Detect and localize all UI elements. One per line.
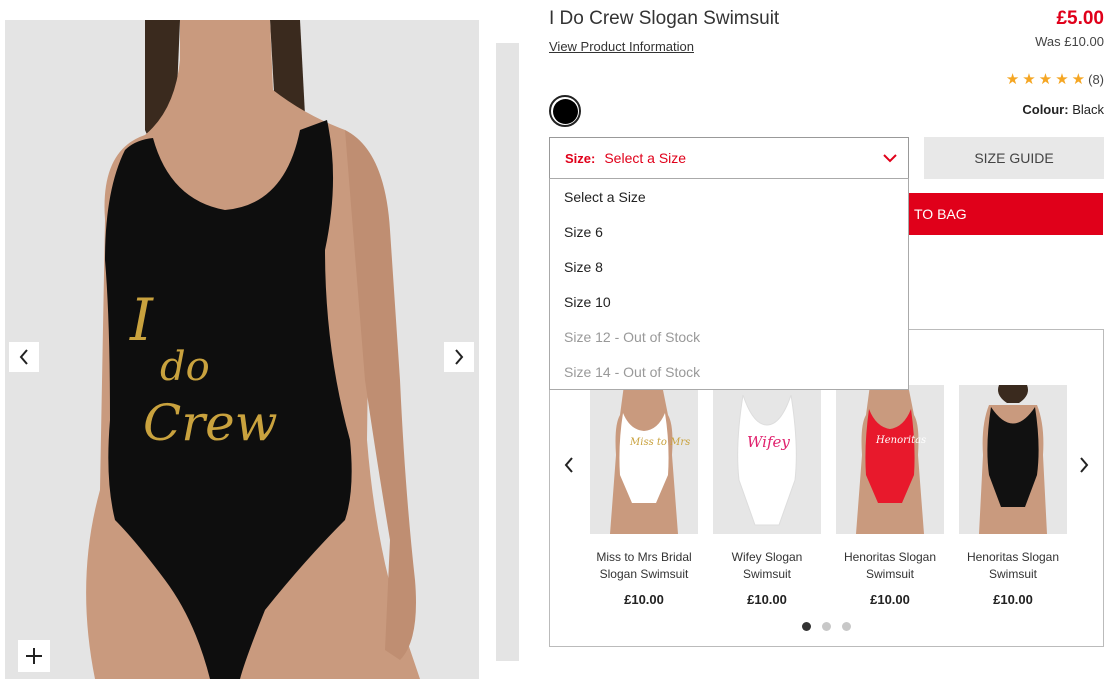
colour-swatch-black[interactable] xyxy=(549,95,581,127)
size-select[interactable]: Size: Select a Size xyxy=(549,137,909,179)
chevron-down-icon xyxy=(883,154,897,163)
review-count: (8) xyxy=(1088,71,1104,87)
product-card-name: Miss to Mrs Bridal Slogan Swimsuit xyxy=(596,550,692,581)
product-card-image: Miss to Mrs xyxy=(590,385,698,534)
product-card[interactable]: Henoritas Henoritas Slogan Swimsuit £10.0… xyxy=(836,385,944,607)
product-card-price: £10.00 xyxy=(747,592,787,607)
product-rating[interactable]: ★ ★ ★ ★ ★ (8) xyxy=(1006,70,1104,88)
size-option-out-of-stock[interactable]: Size 14 - Out of Stock xyxy=(550,354,908,389)
product-image-gallery: I do Crew xyxy=(5,20,479,679)
view-product-info-link[interactable]: View Product Information xyxy=(549,39,694,54)
star-icon: ★ xyxy=(1038,71,1053,88)
was-price: Was £10.00 xyxy=(1035,34,1104,49)
chevron-left-icon xyxy=(564,457,573,473)
plus-icon xyxy=(26,648,42,664)
product-price: £5.00 xyxy=(1056,8,1104,29)
card-slogan: Miss to Mrs xyxy=(629,437,690,448)
size-option[interactable]: Select a Size xyxy=(550,179,908,214)
size-option-out-of-stock[interactable]: Size 12 - Out of Stock xyxy=(550,319,908,354)
carousel-dot[interactable] xyxy=(802,622,811,631)
next-image-button[interactable] xyxy=(444,342,474,372)
product-card-price: £10.00 xyxy=(624,592,664,607)
card-slogan: Wifey xyxy=(747,433,790,451)
carousel-pagination xyxy=(802,622,851,631)
product-photo: I do Crew xyxy=(5,20,479,679)
product-title: I Do Crew Slogan Swimsuit xyxy=(549,8,780,29)
svg-text:Crew: Crew xyxy=(143,394,278,452)
star-icon: ★ xyxy=(1005,71,1020,88)
size-guide-button[interactable]: SIZE GUIDE xyxy=(924,137,1104,179)
svg-text:I: I xyxy=(129,286,154,354)
product-card-name: Henoritas Slogan Swimsuit xyxy=(843,550,937,581)
product-card[interactable]: Miss to Mrs Miss to Mrs Bridal Slogan Swi… xyxy=(590,385,698,607)
carousel-prev-button[interactable] xyxy=(559,450,579,480)
svg-text:do: do xyxy=(160,344,210,390)
product-card[interactable]: Wifey Wifey Slogan Swimsuit £10.00 xyxy=(713,385,821,607)
colour-value: Black xyxy=(1072,102,1104,117)
product-card-image xyxy=(959,385,1067,534)
star-icon: ★ xyxy=(1055,71,1069,88)
size-option[interactable]: Size 8 xyxy=(550,249,908,284)
colour-indicator: Colour: Black xyxy=(1022,102,1104,117)
chevron-right-icon xyxy=(1080,457,1089,473)
card-slogan: Henoritas xyxy=(875,435,926,446)
chevron-left-icon xyxy=(19,349,28,365)
swatch-dot xyxy=(552,98,578,124)
product-card-name: Wifey Slogan Swimsuit xyxy=(731,550,803,581)
star-icon: ★ xyxy=(1022,71,1036,88)
product-card-image: Henoritas xyxy=(836,385,944,534)
size-label: Size: xyxy=(565,150,596,166)
chevron-right-icon xyxy=(455,349,464,365)
star-icon: ★ xyxy=(1071,71,1086,88)
size-placeholder: Select a Size xyxy=(604,150,687,166)
zoom-button[interactable] xyxy=(18,640,50,672)
size-option[interactable]: Size 10 xyxy=(550,284,908,319)
colour-label: Colour: xyxy=(1022,102,1069,117)
size-dropdown: Select a Size Size 6 Size 8 Size 10 Size… xyxy=(549,178,909,390)
carousel-dot[interactable] xyxy=(822,622,831,631)
product-card-price: £10.00 xyxy=(870,592,910,607)
product-card-price: £10.00 xyxy=(993,592,1033,607)
carousel-dot[interactable] xyxy=(842,622,851,631)
size-option[interactable]: Size 6 xyxy=(550,214,908,249)
product-card-name: Henoritas Slogan Swimsuit xyxy=(966,550,1060,581)
carousel-next-button[interactable] xyxy=(1074,450,1094,480)
thumbnail-scrollbar[interactable] xyxy=(496,43,519,661)
prev-image-button[interactable] xyxy=(9,342,39,372)
product-card[interactable]: Henoritas Slogan Swimsuit £10.00 xyxy=(959,385,1067,607)
product-card-image: Wifey xyxy=(713,385,821,534)
